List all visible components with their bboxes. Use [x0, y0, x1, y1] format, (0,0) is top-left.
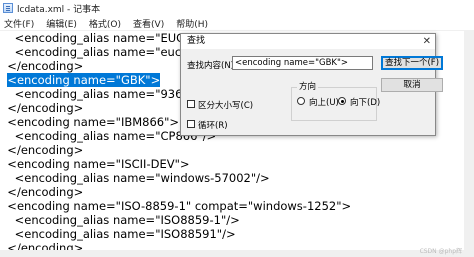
- cancel-button[interactable]: 取消: [381, 78, 443, 92]
- find-what-label: 查找内容(N):: [187, 61, 237, 71]
- editor-line: <encoding_alias name="windows-57002"/>: [0, 171, 270, 185]
- editor-line: </encoding>: [0, 143, 84, 157]
- wrap-around-label[interactable]: 循环(R): [198, 119, 228, 131]
- editor-line: <encoding name="ISO-8859-1" compat="wind…: [0, 199, 352, 213]
- editor-line-selected: <encoding name="GBK">: [0, 73, 161, 87]
- notepad-icon: [3, 3, 13, 13]
- editor-line: <encoding_alias name="936"/>: [0, 87, 202, 101]
- menu-help[interactable]: 帮助(H): [176, 17, 208, 30]
- match-case-label[interactable]: 区分大小写(C): [198, 99, 253, 111]
- horizontal-scrollbar[interactable]: [0, 250, 474, 257]
- find-dialog: 查找 ✕ 查找内容(N): <encoding name="GBK"> 查找下一…: [180, 33, 443, 136]
- find-next-button[interactable]: 查找下一个(F): [381, 56, 443, 70]
- match-case-checkbox[interactable]: [187, 100, 195, 108]
- direction-up-radio[interactable]: [297, 97, 305, 105]
- wrap-around-checkbox[interactable]: [187, 120, 195, 128]
- close-icon[interactable]: ✕: [423, 35, 431, 48]
- watermark: CSDN @php辉: [419, 248, 462, 255]
- find-what-input[interactable]: <encoding name="GBK">: [232, 56, 373, 70]
- window-title: lcdata.xml - 记事本: [17, 4, 101, 15]
- editor-line: <encoding_alias name="ISO88591"/>: [0, 227, 236, 241]
- direction-up-label[interactable]: 向上(U): [309, 96, 339, 108]
- editor-line: <encoding_alias name="ISO8859-1"/>: [0, 213, 240, 227]
- dialog-title: 查找: [187, 36, 206, 46]
- direction-down-label[interactable]: 向下(D): [350, 96, 380, 108]
- direction-down-radio[interactable]: [338, 97, 346, 105]
- menu-file[interactable]: 文件(F): [4, 17, 34, 30]
- editor-line: </encoding>: [0, 59, 84, 73]
- selected-text: <encoding name="GBK">: [7, 73, 161, 87]
- menu-bar: 文件(F) 编辑(E) 格式(O) 查看(V) 帮助(H): [0, 16, 474, 31]
- direction-label: 方向: [297, 80, 319, 92]
- editor-line: </encoding>: [0, 185, 84, 199]
- vertical-scrollbar[interactable]: [464, 31, 474, 253]
- editor-line: <encoding name="ISCII-DEV">: [0, 157, 190, 171]
- menu-edit[interactable]: 编辑(E): [46, 17, 77, 30]
- editor-line: </encoding>: [0, 101, 84, 115]
- dialog-title-bar[interactable]: 查找 ✕: [181, 34, 435, 49]
- editor-line: <encoding name="IBM866">: [0, 115, 180, 129]
- title-bar: lcdata.xml - 记事本: [0, 0, 474, 16]
- menu-format[interactable]: 格式(O): [89, 17, 121, 30]
- menu-view[interactable]: 查看(V): [133, 17, 164, 30]
